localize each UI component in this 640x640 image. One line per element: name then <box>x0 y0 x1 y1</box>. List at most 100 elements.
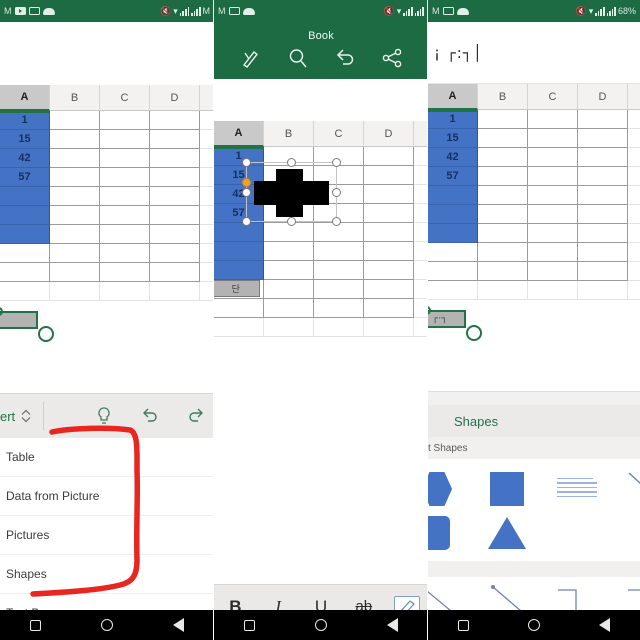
cell-d2[interactable] <box>150 130 200 149</box>
column-header-a[interactable]: A <box>0 85 50 111</box>
cell-a7[interactable] <box>0 225 50 244</box>
cell-b5[interactable] <box>478 186 528 205</box>
cell-b9[interactable] <box>478 262 528 281</box>
share-icon[interactable] <box>381 47 403 69</box>
column-header-e[interactable] <box>628 84 640 110</box>
text-box-shape[interactable] <box>542 477 612 501</box>
home-button[interactable] <box>527 619 540 631</box>
cell-c10[interactable] <box>314 318 364 337</box>
cell-c3[interactable] <box>528 148 578 167</box>
cell-d9[interactable] <box>150 263 200 282</box>
column-header-a[interactable]: A <box>214 121 264 147</box>
cell-e6[interactable] <box>200 206 214 225</box>
cell-c7[interactable] <box>528 224 578 243</box>
cell-e1[interactable] <box>628 110 640 129</box>
cell-e4[interactable] <box>414 204 428 223</box>
cell-c6[interactable] <box>528 205 578 224</box>
cell-d9[interactable] <box>364 299 414 318</box>
recents-button[interactable] <box>244 619 255 631</box>
redo-icon[interactable] <box>186 406 206 426</box>
cell-a2[interactable]: 15 <box>428 129 478 148</box>
cell-d6[interactable] <box>150 206 200 225</box>
menu-item-shapes[interactable]: Shapes <box>0 555 214 594</box>
cell-d7[interactable] <box>578 224 628 243</box>
black-cross-shape[interactable] <box>254 169 329 217</box>
cell-d10[interactable] <box>364 318 414 337</box>
column-header-c[interactable]: C <box>314 121 364 147</box>
table-row[interactable]: 42 <box>0 149 214 168</box>
menu-item-pictures[interactable]: Pictures <box>0 516 214 555</box>
cell-b2[interactable] <box>478 129 528 148</box>
cell-b5[interactable] <box>50 187 100 206</box>
recents-button[interactable] <box>457 619 469 631</box>
cell-e8[interactable] <box>414 280 428 299</box>
cell-a5[interactable] <box>0 187 50 206</box>
cell-b6[interactable] <box>50 206 100 225</box>
cell-a1[interactable]: 1 <box>0 111 50 130</box>
cell-d1[interactable] <box>578 110 628 129</box>
cell-a9[interactable] <box>428 262 478 281</box>
shape-handle-bottom-right[interactable] <box>332 217 341 226</box>
cell-b1[interactable] <box>50 111 100 130</box>
hexagon-shape[interactable] <box>428 472 472 506</box>
cell-a1[interactable]: 1 <box>214 147 264 166</box>
draw-pen-icon[interactable] <box>240 47 262 69</box>
cell-a3[interactable]: 42 <box>428 148 478 167</box>
lightbulb-icon[interactable] <box>94 406 114 426</box>
cell-c9[interactable] <box>100 263 150 282</box>
shape-handle-mid-left[interactable] <box>242 188 251 197</box>
cell-d10[interactable] <box>578 281 628 300</box>
cell-e5[interactable] <box>414 223 428 242</box>
column-header-b[interactable]: B <box>478 84 528 110</box>
cell-d4[interactable] <box>578 167 628 186</box>
cell-e6[interactable] <box>414 242 428 261</box>
table-row[interactable] <box>428 224 640 243</box>
undo-icon[interactable] <box>140 406 160 426</box>
cell-d10[interactable] <box>150 282 200 301</box>
column-header-b[interactable]: B <box>264 121 314 147</box>
cell-e7[interactable] <box>414 261 428 280</box>
cell-a6[interactable] <box>0 206 50 225</box>
cell-d3[interactable] <box>150 149 200 168</box>
cell-a4[interactable]: 57 <box>428 167 478 186</box>
cell-c8[interactable] <box>528 243 578 262</box>
shape-handle-top-right[interactable] <box>332 158 341 167</box>
table-row[interactable]: 15 <box>0 130 214 149</box>
cell-c4[interactable] <box>528 167 578 186</box>
cell-e9[interactable] <box>200 263 214 282</box>
home-button[interactable] <box>101 619 113 631</box>
table-row[interactable]: 42 <box>428 148 640 167</box>
table-row[interactable] <box>0 187 214 206</box>
cell-b6[interactable] <box>478 205 528 224</box>
cell-e3[interactable] <box>628 148 640 167</box>
cell-b7[interactable] <box>50 225 100 244</box>
cell-a6[interactable] <box>214 242 264 261</box>
cell-d6[interactable] <box>364 242 414 261</box>
cell-c7[interactable] <box>100 225 150 244</box>
table-row[interactable] <box>0 206 214 225</box>
cell-c6[interactable] <box>100 206 150 225</box>
shape-handle-bottom-center[interactable] <box>287 217 296 226</box>
cell-e4[interactable] <box>200 168 214 187</box>
cell-c1[interactable] <box>100 111 150 130</box>
table-row[interactable] <box>428 281 640 300</box>
cell-e1[interactable] <box>414 147 428 166</box>
cell-c10[interactable] <box>528 281 578 300</box>
table-row[interactable] <box>214 242 428 261</box>
cell-a10[interactable] <box>428 281 478 300</box>
cell-d5[interactable] <box>364 223 414 242</box>
cell-d3[interactable] <box>364 185 414 204</box>
cell-b3[interactable] <box>478 148 528 167</box>
cell-d1[interactable] <box>150 111 200 130</box>
cell-d5[interactable] <box>150 187 200 206</box>
table-row[interactable] <box>214 318 428 337</box>
table-row[interactable] <box>214 261 428 280</box>
cell-b6[interactable] <box>264 242 314 261</box>
cell-d8[interactable] <box>364 280 414 299</box>
table-row[interactable] <box>0 225 214 244</box>
cell-b2[interactable] <box>50 130 100 149</box>
cell-e10[interactable] <box>414 318 428 337</box>
rounded-rect-shape[interactable] <box>428 516 472 550</box>
cell-d3[interactable] <box>578 148 628 167</box>
cell-c9[interactable] <box>528 262 578 281</box>
